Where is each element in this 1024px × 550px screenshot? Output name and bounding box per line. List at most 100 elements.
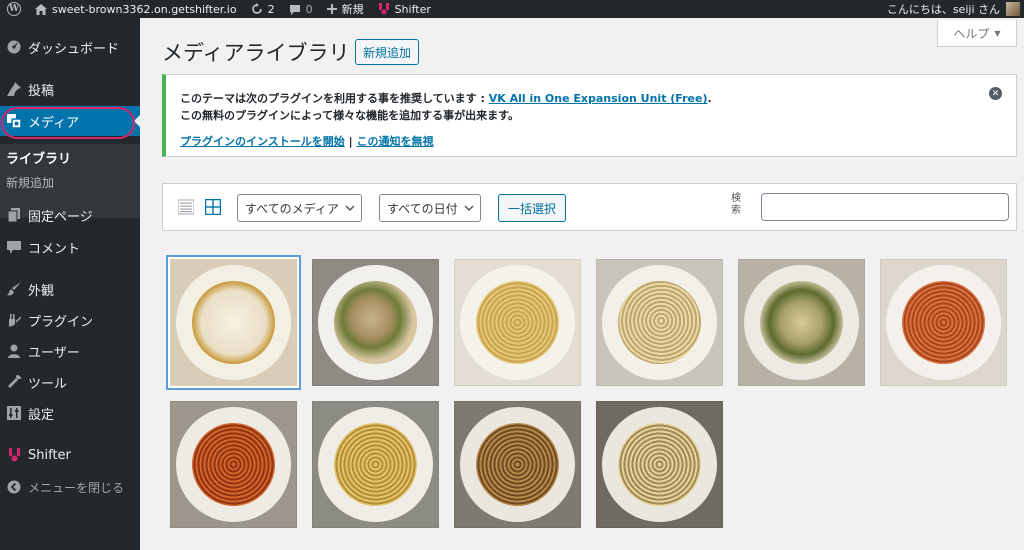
food-image: [760, 281, 843, 364]
food-image: [902, 281, 985, 364]
food-image: [334, 281, 417, 364]
pushpin-icon: [0, 82, 28, 96]
menu-appearance[interactable]: 外観: [0, 274, 140, 304]
new-content-link[interactable]: 新規: [320, 0, 371, 18]
menu-plugins[interactable]: プラグイン: [0, 305, 140, 335]
search-input[interactable]: [761, 193, 1009, 221]
media-thumbnail[interactable]: [170, 259, 297, 386]
plugin-icon: [0, 313, 28, 327]
list-view-icon[interactable]: [177, 199, 195, 219]
admin-sidebar: ダッシュボード 投稿 メディア ライブラリ 新規追加 固定ページ コメント 外観: [0, 18, 140, 550]
menu-label: 設定: [28, 407, 55, 423]
notice-separator: |: [344, 135, 357, 148]
menu-comments[interactable]: コメント: [0, 232, 140, 262]
menu-pages[interactable]: 固定ページ: [0, 200, 140, 230]
menu-users[interactable]: ユーザー: [0, 336, 140, 366]
notice-text-end: .: [707, 92, 712, 105]
menu-settings[interactable]: 設定: [0, 398, 140, 428]
food-image: [476, 281, 559, 364]
page-icon: [0, 208, 28, 222]
menu-label: プラグイン: [28, 314, 94, 330]
menu-posts[interactable]: 投稿: [0, 74, 140, 104]
notice-line-1: このテーマは次のプラグインを利用する事を推奨しています : VK All in …: [180, 90, 1002, 107]
shifter-logo-icon: [0, 448, 28, 462]
food-image: [192, 423, 275, 506]
user-icon: [0, 344, 28, 358]
food-image: [618, 423, 701, 506]
shifter-link[interactable]: Shifter: [371, 0, 438, 18]
shifter-logo-icon: [378, 3, 389, 15]
notice-actions: プラグインのインストールを開始 | この通知を無視: [180, 133, 1002, 150]
updates-icon: [251, 3, 262, 14]
comment-bubble-icon: [289, 4, 300, 15]
date-filter-value: すべての日付: [387, 201, 458, 216]
plugin-recommendation-notice: このテーマは次のプラグインを利用する事を推奨しています : VK All in …: [162, 74, 1017, 157]
help-tab-label: ヘルプ: [953, 26, 990, 41]
updates-count: 2: [267, 2, 275, 16]
wordpress-logo-icon: W: [7, 2, 21, 16]
updates-link[interactable]: 2: [244, 0, 282, 18]
new-content-label: 新規: [341, 3, 364, 16]
chevron-down-icon: [345, 205, 355, 212]
media-type-filter[interactable]: すべてのメディア: [237, 194, 362, 222]
bulk-select-button[interactable]: 一括選択: [498, 194, 567, 222]
shifter-label: Shifter: [394, 2, 431, 16]
media-thumbnail[interactable]: [738, 259, 865, 386]
notice-text: このテーマは次のプラグインを利用する事を推奨しています :: [180, 92, 489, 105]
comment-icon: [0, 240, 28, 254]
food-image: [334, 423, 417, 506]
site-name-link[interactable]: sweet-brown3362.on.getshifter.io: [28, 0, 244, 18]
date-filter[interactable]: すべての日付: [379, 194, 481, 222]
notice-line-2: この無料のプラグインによって様々な機能を追加する事が出来ます。: [180, 109, 520, 122]
avatar[interactable]: [1006, 2, 1020, 16]
chevron-down-icon: [464, 205, 474, 212]
menu-shifter[interactable]: Shifter: [0, 440, 140, 470]
menu-media[interactable]: メディア: [0, 106, 140, 136]
media-thumbnail[interactable]: [596, 401, 723, 528]
plugin-link[interactable]: VK All in One Expansion Unit (Free): [489, 92, 708, 105]
help-tab-button[interactable]: ヘルプ ▼: [937, 20, 1017, 47]
home-icon: [35, 3, 47, 15]
account-greeting[interactable]: こんにちは、seiji さん: [887, 0, 1000, 18]
media-thumbnail[interactable]: [454, 259, 581, 386]
media-thumbnail[interactable]: [880, 259, 1007, 386]
comments-count: 0: [305, 2, 313, 16]
media-thumbnail[interactable]: [312, 259, 439, 386]
menu-label: コメント: [28, 241, 81, 257]
menu-dashboard[interactable]: ダッシュボード: [0, 32, 140, 62]
wp-logo-menu[interactable]: W: [0, 0, 28, 18]
media-thumbnail[interactable]: [312, 401, 439, 528]
collapse-menu-button[interactable]: メニューを閉じる: [0, 472, 140, 502]
menu-label: 固定ページ: [28, 209, 93, 225]
menu-label: メディア: [28, 115, 80, 131]
submenu-add-new[interactable]: 新規追加: [6, 174, 54, 191]
menu-label: ユーザー: [28, 345, 80, 361]
menu-label: Shifter: [28, 447, 71, 463]
close-icon[interactable]: ✕: [989, 87, 1002, 100]
site-name: sweet-brown3362.on.getshifter.io: [52, 2, 237, 16]
media-type-filter-value: すべてのメディア: [245, 201, 339, 216]
food-image: [618, 281, 701, 364]
menu-label: ダッシュボード: [28, 41, 120, 57]
dashboard-icon: [0, 40, 28, 54]
install-plugin-link[interactable]: プラグインのインストールを開始: [180, 135, 345, 148]
grid-view-icon[interactable]: [204, 198, 222, 219]
menu-label: メニューを閉じる: [28, 480, 125, 495]
settings-sliders-icon: [0, 406, 28, 420]
paintbrush-icon: [0, 282, 28, 296]
add-new-media-button[interactable]: 新規追加: [355, 39, 420, 65]
media-thumbnail[interactable]: [170, 401, 297, 528]
submenu-library[interactable]: ライブラリ: [6, 148, 71, 167]
comments-link[interactable]: 0: [282, 0, 320, 18]
food-image: [192, 281, 275, 364]
menu-label: ツール: [28, 376, 68, 392]
dismiss-notice-link[interactable]: この通知を無視: [356, 135, 433, 148]
food-image: [476, 423, 559, 506]
media-thumbnail[interactable]: [596, 259, 723, 386]
menu-label: 投稿: [28, 83, 55, 99]
media-icon: [0, 114, 28, 128]
wrench-icon: [0, 375, 28, 389]
media-thumbnail[interactable]: [454, 401, 581, 528]
main-content: メディアライブラリ 新規追加 ヘルプ ▼ このテーマは次のプラグインを利用する事…: [140, 18, 1024, 550]
menu-tools[interactable]: ツール: [0, 367, 140, 397]
